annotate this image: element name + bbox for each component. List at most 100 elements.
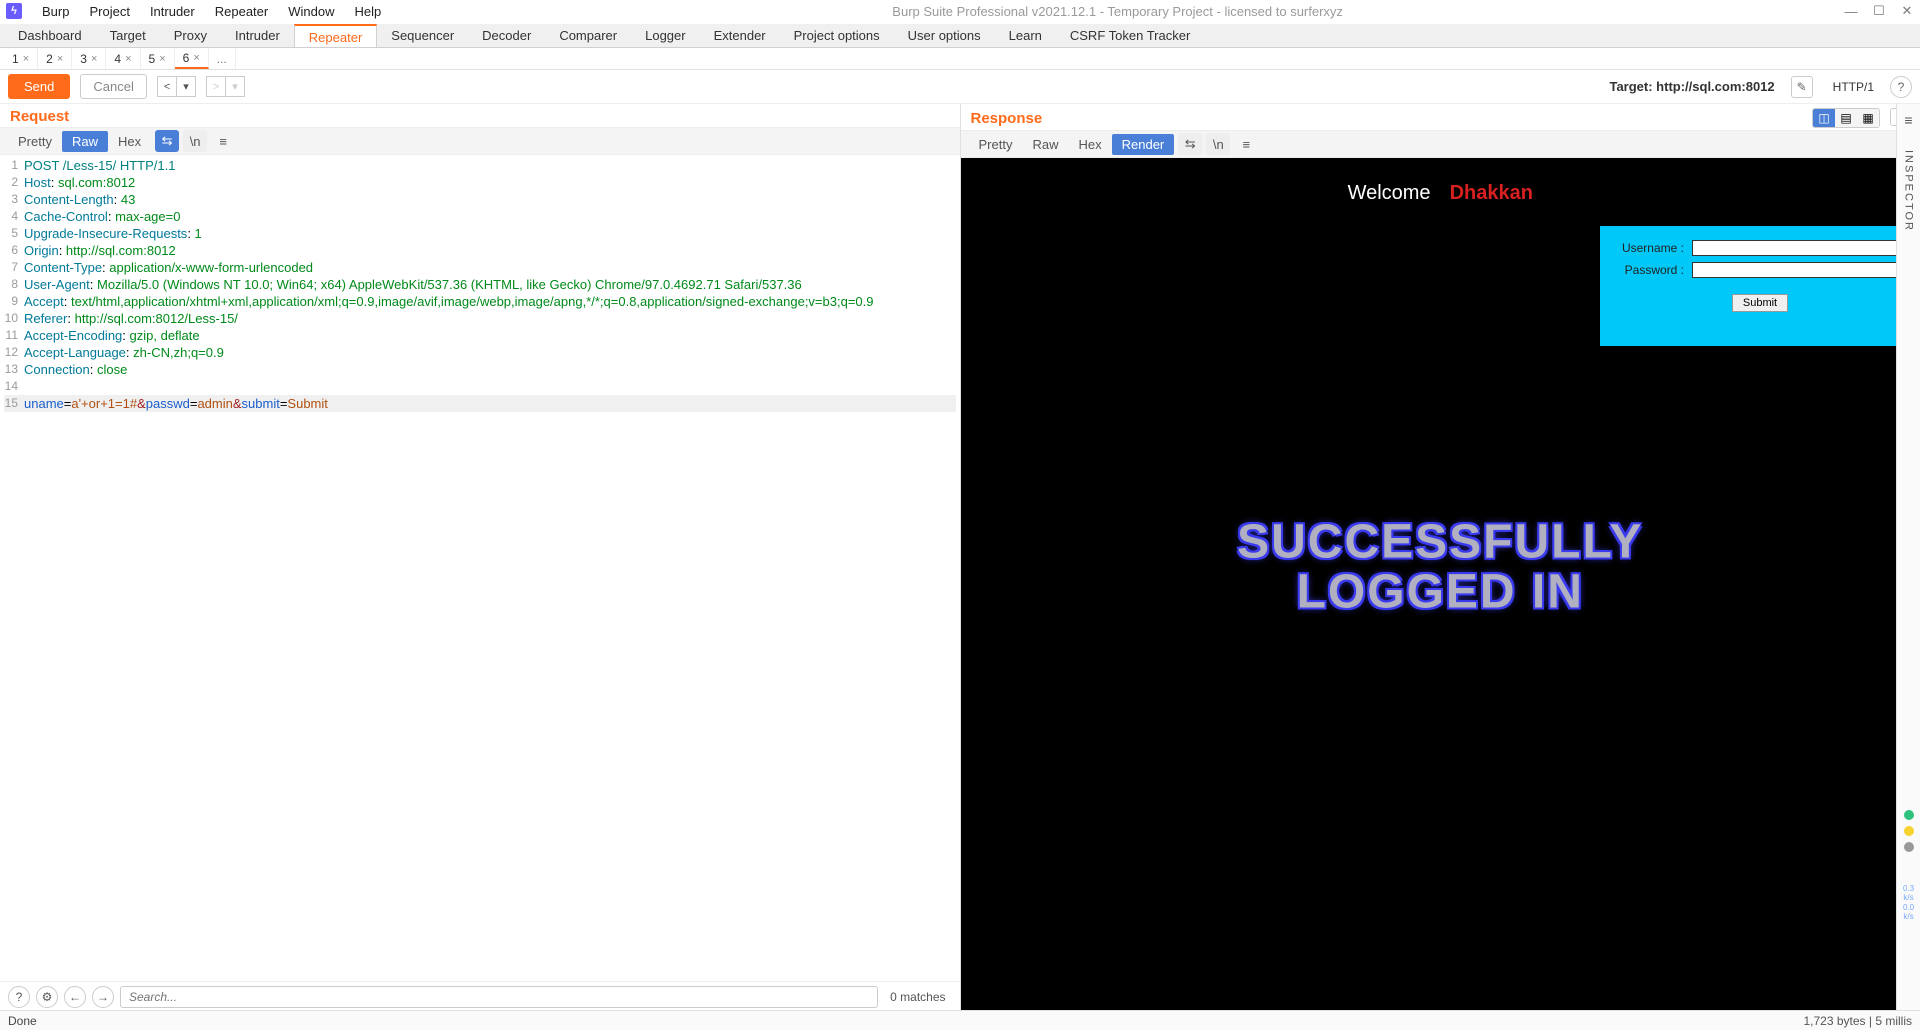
status-right: 1,723 bytes | 5 millis [1804,1014,1913,1028]
username-label: Username : [1612,241,1692,255]
editor-line[interactable]: 15uname=a'+or+1=1#&passwd=admin&submit=S… [4,395,956,412]
sub-tab-2[interactable]: 2 × [38,48,72,69]
search-prev-icon[interactable]: ← [64,986,86,1008]
password-field[interactable] [1692,262,1908,278]
editor-line[interactable]: 3Content-Length: 43 [4,191,956,208]
welcome-label: Welcome [1348,182,1431,204]
search-next-icon[interactable]: → [92,986,114,1008]
line-number: 12 [4,344,24,361]
main-tab-target[interactable]: Target [96,24,160,47]
close-tab-icon[interactable]: × [125,53,131,65]
main-tab-proxy[interactable]: Proxy [160,24,221,47]
inspector-toggle-icon[interactable]: ≡ [1904,112,1912,128]
search-settings-icon[interactable]: ⚙ [36,986,58,1008]
inspector-rail[interactable]: ≡ INSPECTOR 0.3k/s0.0k/s [1896,104,1920,1012]
sub-tab-5[interactable]: 5 × [141,48,175,69]
close-tab-icon[interactable]: × [91,53,97,65]
editor-line[interactable]: 8User-Agent: Mozilla/5.0 (Windows NT 10.… [4,276,956,293]
username-field[interactable] [1692,240,1908,256]
editor-line[interactable]: 9Accept: text/html,application/xhtml+xml… [4,293,956,310]
response-menu-icon[interactable]: ≡ [1234,133,1258,155]
maximize-icon[interactable]: ☐ [1872,4,1886,18]
menu-intruder[interactable]: Intruder [140,2,205,21]
request-editor[interactable]: 1POST /Less-15/ HTTP/1.12Host: sql.com:8… [0,155,960,981]
sub-tab-6[interactable]: 6 × [175,48,209,69]
menu-help[interactable]: Help [344,2,391,21]
main-tab-learn[interactable]: Learn [995,24,1056,47]
layout-rows-icon[interactable]: ▤ [1835,109,1857,127]
request-actions-icon[interactable]: ⇆ [155,130,179,152]
response-view-tab-pretty[interactable]: Pretty [969,134,1023,155]
editor-line[interactable]: 12Accept-Language: zh-CN,zh;q=0.9 [4,344,956,361]
main-tab-decoder[interactable]: Decoder [468,24,545,47]
close-tab-icon[interactable]: × [159,53,165,65]
response-actions-icon[interactable]: ⇆ [1178,133,1202,155]
editor-line[interactable]: 2Host: sql.com:8012 [4,174,956,191]
close-tab-icon[interactable]: × [193,52,199,64]
main-tab-logger[interactable]: Logger [631,24,699,47]
main-tab-comparer[interactable]: Comparer [545,24,631,47]
sub-tab-4[interactable]: 4 × [106,48,140,69]
line-number: 13 [4,361,24,378]
response-render-frame[interactable]: Welcome Dhakkan Username : Password : Su… [961,158,1920,1012]
history-nav-forward: > ▾ [206,76,245,97]
render-submit-button[interactable]: Submit [1732,294,1788,312]
menu-window[interactable]: Window [278,2,344,21]
sub-tab-1[interactable]: 1 × [4,48,38,69]
activity-dot-grey-icon [1904,842,1914,852]
sub-tab-more[interactable]: ... [209,48,236,69]
response-view-tab-raw[interactable]: Raw [1022,134,1068,155]
main-tab-csrf-token-tracker[interactable]: CSRF Token Tracker [1056,24,1204,47]
editor-line[interactable]: 13Connection: close [4,361,956,378]
newline-icon[interactable]: \n [183,130,207,152]
search-help-icon[interactable]: ? [8,986,30,1008]
editor-line[interactable]: 11Accept-Encoding: gzip, deflate [4,327,956,344]
editor-line[interactable]: 1POST /Less-15/ HTTP/1.1 [4,157,956,174]
main-tab-intruder[interactable]: Intruder [221,24,294,47]
response-view-tabs: PrettyRawHexRender⇆\n≡ [961,130,1920,158]
menu-project[interactable]: Project [79,2,139,21]
menu-repeater[interactable]: Repeater [205,2,278,21]
response-view-tab-hex[interactable]: Hex [1068,134,1111,155]
minimize-icon[interactable]: — [1844,4,1858,18]
editor-line[interactable]: 5Upgrade-Insecure-Requests: 1 [4,225,956,242]
action-bar: Send Cancel < ▾ > ▾ Target: http://sql.c… [0,70,1920,104]
history-back-button[interactable]: < [157,76,177,97]
main-tab-user-options[interactable]: User options [894,24,995,47]
close-tab-icon[interactable]: × [23,53,29,65]
editor-line[interactable]: 14 [4,378,956,395]
main-tab-sequencer[interactable]: Sequencer [377,24,468,47]
search-input[interactable] [120,986,878,1008]
help-icon[interactable]: ? [1890,76,1912,98]
line-text: Accept: text/html,application/xhtml+xml,… [24,293,956,310]
layout-columns-icon[interactable]: ◫ [1813,109,1835,127]
edit-target-icon[interactable]: ✎ [1791,76,1813,98]
main-tab-project-options[interactable]: Project options [780,24,894,47]
editor-line[interactable]: 4Cache-Control: max-age=0 [4,208,956,225]
cancel-button[interactable]: Cancel [80,74,146,99]
request-menu-icon[interactable]: ≡ [211,130,235,152]
history-forward-menu-button[interactable]: ▾ [226,76,245,97]
main-tab-repeater[interactable]: Repeater [294,24,377,47]
history-back-menu-button[interactable]: ▾ [177,76,196,97]
layout-single-icon[interactable]: ▦ [1857,109,1879,127]
main-tab-extender[interactable]: Extender [700,24,780,47]
history-forward-button[interactable]: > [206,76,226,97]
request-view-tabs: PrettyRawHex⇆\n≡ [0,127,960,155]
close-tab-icon[interactable]: × [57,53,63,65]
main-tab-dashboard[interactable]: Dashboard [4,24,96,47]
layout-toggle[interactable]: ◫ ▤ ▦ [1812,108,1880,128]
http-version-label[interactable]: HTTP/1 [1833,80,1874,94]
request-view-tab-raw[interactable]: Raw [62,131,108,152]
sub-tab-3[interactable]: 3 × [72,48,106,69]
menu-burp[interactable]: Burp [32,2,79,21]
request-view-tab-hex[interactable]: Hex [108,131,151,152]
request-view-tab-pretty[interactable]: Pretty [8,131,62,152]
editor-line[interactable]: 10Referer: http://sql.com:8012/Less-15/ [4,310,956,327]
editor-line[interactable]: 6Origin: http://sql.com:8012 [4,242,956,259]
response-view-tab-render[interactable]: Render [1112,134,1175,155]
editor-line[interactable]: 7Content-Type: application/x-www-form-ur… [4,259,956,276]
send-button[interactable]: Send [8,74,70,99]
newline-icon[interactable]: \n [1206,133,1230,155]
close-icon[interactable]: ✕ [1900,4,1914,18]
